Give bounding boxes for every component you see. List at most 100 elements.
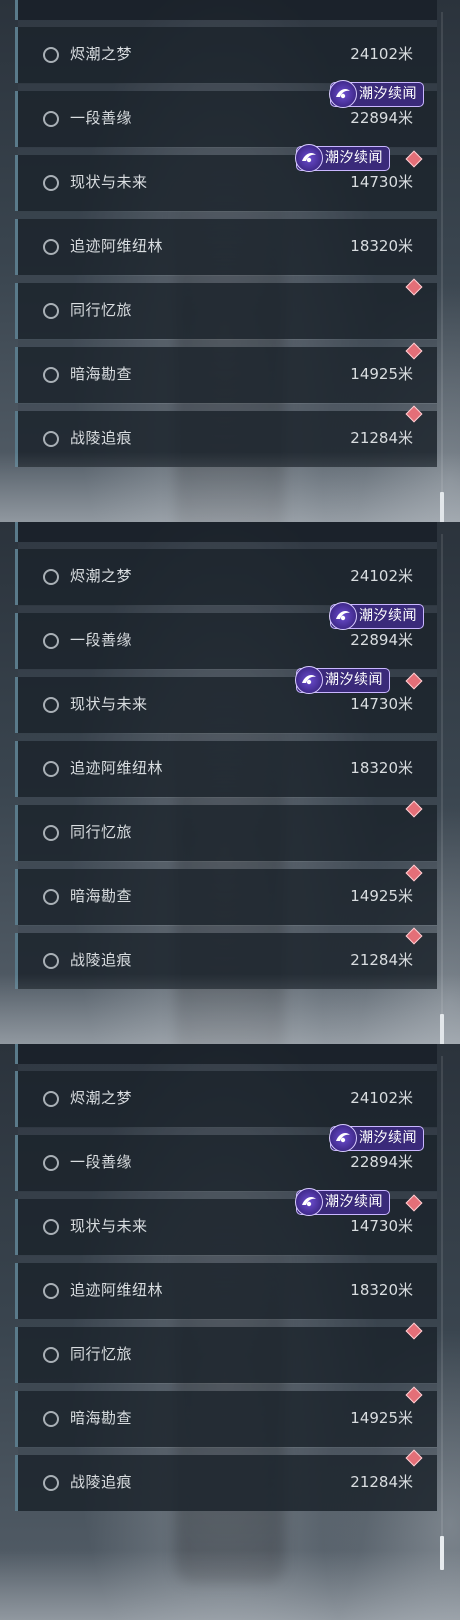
- quest-distance: 21284米: [350, 429, 413, 447]
- quest-row[interactable]: 暗海勘查 14925米: [15, 340, 437, 403]
- empty-radio-icon[interactable]: [43, 1155, 59, 1171]
- empty-radio-icon[interactable]: [43, 953, 59, 969]
- tide-sequel-badge: 潮汐续闻: [295, 666, 390, 694]
- empty-radio-icon[interactable]: [43, 825, 59, 841]
- quest-distance: 24102米: [350, 1089, 413, 1107]
- quest-row[interactable]: 战陵追痕 21284米: [15, 404, 437, 467]
- quest-name: 现状与未来: [70, 173, 148, 191]
- scrollbar-track[interactable]: [441, 12, 443, 492]
- quest-name: 暗海勘查: [70, 365, 133, 383]
- quest-distance: 22894米: [350, 109, 413, 127]
- quest-name: 现状与未来: [70, 1217, 148, 1235]
- quest-panel: 烬潮之梦 24102米一段善缘 22894米现状与未来 14730米追迹阿维纽林 183…: [0, 1044, 460, 1620]
- quest-name: 战陵追痕: [70, 429, 133, 447]
- tide-emblem-icon: [329, 80, 357, 108]
- scrollbar-track[interactable]: [441, 534, 443, 1014]
- empty-radio-icon[interactable]: [43, 239, 59, 255]
- empty-radio-icon[interactable]: [43, 1347, 59, 1363]
- badge-label: 潮汐续闻: [359, 1130, 417, 1146]
- quest-name: 烬潮之梦: [70, 1089, 133, 1107]
- quest-distance: 14730米: [350, 1217, 413, 1235]
- quest-row[interactable]: 同行忆旅: [15, 276, 437, 339]
- quest-name: 一段善缘: [70, 109, 133, 127]
- tide-emblem-icon: [295, 144, 323, 172]
- quest-distance: 21284米: [350, 951, 413, 969]
- empty-radio-icon[interactable]: [43, 1283, 59, 1299]
- quest-row[interactable]: 同行忆旅: [15, 1320, 437, 1383]
- list-top-edge: [15, 0, 437, 20]
- empty-radio-icon[interactable]: [43, 569, 59, 585]
- quest-row[interactable]: 战陵追痕 21284米: [15, 926, 437, 989]
- tide-emblem-icon: [295, 1188, 323, 1216]
- tide-sequel-badge: 潮汐续闻: [295, 144, 390, 172]
- badge-label: 潮汐续闻: [359, 86, 417, 102]
- quest-row[interactable]: 战陵追痕 21284米: [15, 1448, 437, 1511]
- badge-label: 潮汐续闻: [325, 150, 383, 166]
- quest-distance: 18320米: [350, 237, 413, 255]
- badge-label: 潮汐续闻: [359, 608, 417, 624]
- scrollbar-thumb[interactable]: [440, 1014, 444, 1044]
- empty-radio-icon[interactable]: [43, 1091, 59, 1107]
- quest-row[interactable]: 烬潮之梦 24102米: [15, 1064, 437, 1127]
- quest-name: 烬潮之梦: [70, 45, 133, 63]
- empty-radio-icon[interactable]: [43, 1411, 59, 1427]
- scrollbar-thumb[interactable]: [440, 492, 444, 522]
- quest-row[interactable]: 追迹阿维纽林 18320米: [15, 734, 437, 797]
- quest-distance: 14730米: [350, 695, 413, 713]
- tide-sequel-badge: 潮汐续闻: [329, 602, 424, 630]
- quest-distance: 22894米: [350, 1153, 413, 1171]
- quest-distance: 14925米: [350, 365, 413, 383]
- quest-row[interactable]: 同行忆旅: [15, 798, 437, 861]
- empty-radio-icon[interactable]: [43, 303, 59, 319]
- empty-radio-icon[interactable]: [43, 367, 59, 383]
- quest-panel: 烬潮之梦 24102米 一段善缘 22894米 现状与未来 14730米 追迹阿维纽林 183…: [0, 522, 460, 1044]
- tide-emblem-icon: [329, 1124, 357, 1152]
- quest-name: 战陵追痕: [70, 951, 133, 969]
- quest-name: 追迹阿维纽林: [70, 759, 164, 777]
- quest-name: 暗海勘查: [70, 887, 133, 905]
- quest-name: 烬潮之梦: [70, 567, 133, 585]
- quest-name: 一段善缘: [70, 1153, 133, 1171]
- tide-sequel-badge: 潮汐续闻: [329, 1124, 424, 1152]
- quest-name: 战陵追痕: [70, 1473, 133, 1491]
- quest-row[interactable]: 烬潮之梦 24102米: [15, 20, 437, 83]
- badge-label: 潮汐续闻: [325, 1194, 383, 1210]
- quest-row[interactable]: 烬潮之梦 24102米: [15, 542, 437, 605]
- quest-name: 追迹阿维纽林: [70, 1281, 164, 1299]
- quest-name: 同行忆旅: [70, 301, 133, 319]
- tide-sequel-badge: 潮汐续闻: [329, 80, 424, 108]
- empty-radio-icon[interactable]: [43, 111, 59, 127]
- quest-distance: 14925米: [350, 887, 413, 905]
- quest-row[interactable]: 暗海勘查 14925米: [15, 862, 437, 925]
- quest-distance: 18320米: [350, 1281, 413, 1299]
- scrollbar-thumb[interactable]: [440, 1536, 444, 1570]
- quest-distance: 14730米: [350, 173, 413, 191]
- quest-name: 同行忆旅: [70, 823, 133, 841]
- list-top-edge: [15, 1044, 437, 1064]
- empty-radio-icon[interactable]: [43, 697, 59, 713]
- tide-emblem-icon: [329, 602, 357, 630]
- scrollbar-track[interactable]: [441, 1056, 443, 1536]
- empty-radio-icon[interactable]: [43, 431, 59, 447]
- quest-name: 暗海勘查: [70, 1409, 133, 1427]
- empty-radio-icon[interactable]: [43, 175, 59, 191]
- quest-distance: 24102米: [350, 567, 413, 585]
- empty-radio-icon[interactable]: [43, 633, 59, 649]
- empty-radio-icon[interactable]: [43, 889, 59, 905]
- tide-sequel-badge: 潮汐续闻: [295, 1188, 390, 1216]
- quest-distance: 24102米: [350, 45, 413, 63]
- quest-name: 现状与未来: [70, 695, 148, 713]
- badge-label: 潮汐续闻: [325, 672, 383, 688]
- quest-panel: 烬潮之梦 24102米一段善缘 22894米现状与未来 14730米追迹阿维纽林 183…: [0, 0, 460, 522]
- quest-name: 一段善缘: [70, 631, 133, 649]
- empty-radio-icon[interactable]: [43, 47, 59, 63]
- empty-radio-icon[interactable]: [43, 1219, 59, 1235]
- empty-radio-icon[interactable]: [43, 761, 59, 777]
- quest-distance: 14925米: [350, 1409, 413, 1427]
- quest-row[interactable]: 追迹阿维纽林 18320米: [15, 1256, 437, 1319]
- quest-row[interactable]: 追迹阿维纽林 18320米: [15, 212, 437, 275]
- empty-radio-icon[interactable]: [43, 1475, 59, 1491]
- quest-row[interactable]: 暗海勘查 14925米: [15, 1384, 437, 1447]
- list-top-edge: [15, 522, 437, 542]
- quest-distance: 21284米: [350, 1473, 413, 1491]
